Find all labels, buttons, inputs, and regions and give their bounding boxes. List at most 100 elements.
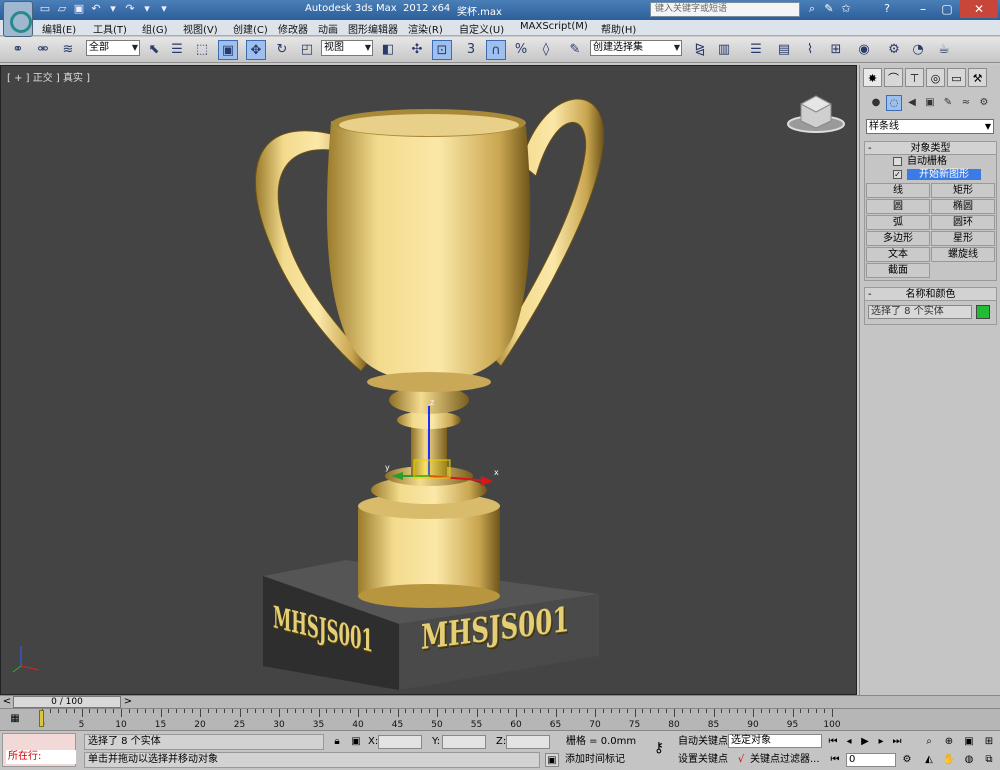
pan-icon[interactable]: ✋ (942, 753, 956, 767)
track-bar[interactable]: ▦ 05101520253035404550556065707580859095… (0, 708, 1000, 730)
cameras-icon[interactable]: ▣ (922, 95, 938, 111)
go-to-start-icon[interactable]: ⏮ (826, 735, 840, 749)
search-input[interactable]: 键入关键字或短语 (650, 2, 800, 17)
schematic-view-icon[interactable]: ⊞ (826, 40, 846, 60)
close-button[interactable]: ✕ (960, 0, 998, 18)
z-coordinate-field[interactable] (506, 735, 550, 749)
helix-button[interactable]: 螺旋线 (931, 247, 995, 262)
window-crossing-icon[interactable]: ▣ (218, 40, 238, 60)
ngon-button[interactable]: 多边形 (866, 231, 930, 246)
viewcube[interactable] (787, 95, 845, 133)
open-file-icon[interactable]: ▱ (55, 2, 69, 16)
key-mode-select[interactable]: 选定对象 (728, 734, 822, 748)
dropdown-icon[interactable]: ▾ (140, 2, 154, 16)
circle-button[interactable]: 圆 (866, 199, 930, 214)
donut-button[interactable]: 圆环 (931, 215, 995, 230)
name-color-header[interactable]: - 名称和颜色 (865, 288, 996, 301)
customize-icon[interactable]: ▾ (157, 2, 171, 16)
arc-button[interactable]: 弧 (866, 215, 930, 230)
menu-help[interactable]: 帮助(H) (601, 21, 636, 36)
maximize-button[interactable]: ▢ (936, 0, 958, 18)
current-frame-marker[interactable] (39, 710, 44, 727)
key-filter-icon[interactable]: √ (734, 753, 748, 767)
menu-tools[interactable]: 工具(T) (93, 21, 127, 36)
percent-snap-icon[interactable]: % (511, 40, 531, 60)
maxscript-listener[interactable]: 所在行: (2, 733, 76, 767)
menu-maxscript[interactable]: MAXScript(M) (520, 21, 588, 32)
app-logo[interactable] (3, 1, 33, 37)
line-button[interactable]: 线 (866, 183, 930, 198)
maximize-viewport-icon[interactable]: ⧉ (982, 753, 996, 767)
utilities-tab-icon[interactable]: ⚒ (968, 68, 987, 87)
star-button[interactable]: 星形 (931, 231, 995, 246)
category-select[interactable]: 样条线 ▼ (866, 119, 994, 134)
next-frame-icon[interactable]: > (121, 695, 135, 709)
key-mode-icon[interactable]: ⏮ (828, 753, 842, 767)
mirror-icon[interactable]: ⧎ (690, 40, 710, 60)
spinner-snap-icon[interactable]: ◊ (536, 40, 556, 60)
section-button[interactable]: 截面 (866, 263, 930, 278)
current-frame-field[interactable]: 0 (846, 753, 896, 767)
time-slider[interactable]: < 0 / 100 > (0, 695, 1000, 708)
zoom-all-icon[interactable]: ⊕ (942, 735, 956, 749)
named-selection-select[interactable]: 创建选择集 ▼ (590, 40, 682, 56)
render-production-icon[interactable]: ☕ (934, 40, 954, 60)
next-frame-icon[interactable]: ▸ (874, 735, 888, 749)
link-icon[interactable]: ⚭ (8, 40, 28, 60)
reference-coord-select[interactable]: 视图 ▼ (321, 40, 373, 56)
menu-group[interactable]: 组(G) (142, 21, 168, 36)
trophy-cup[interactable] (326, 109, 531, 392)
key-filters-button[interactable]: 关键点过滤器... (750, 753, 820, 767)
geometry-icon[interactable]: ● (868, 95, 884, 111)
graphite-tools-icon[interactable]: ▤ (774, 40, 794, 60)
mini-curve-editor-icon[interactable]: ▦ (8, 712, 22, 726)
lights-icon[interactable]: ◀ (904, 95, 920, 111)
display-tab-icon[interactable]: ▭ (947, 68, 966, 87)
play-icon[interactable]: ▶ (858, 735, 872, 749)
selection-filter-select[interactable]: 全部 ▼ (86, 40, 140, 56)
layer-manager-icon[interactable]: ☰ (746, 40, 766, 60)
auto-grid-checkbox[interactable]: 自动栅格 (865, 155, 996, 168)
prev-frame-icon[interactable]: < (0, 695, 14, 709)
zoom-icon[interactable]: ⌕ (922, 735, 936, 749)
menu-animation[interactable]: 动画 (318, 21, 338, 36)
time-config-icon[interactable]: ⚙ (900, 753, 914, 767)
start-new-shape-checkbox[interactable]: ✓ 开始新图形 (865, 168, 996, 181)
previous-frame-icon[interactable]: ◂ (842, 735, 856, 749)
material-editor-icon[interactable]: ◉ (854, 40, 874, 60)
systems-icon[interactable]: ⚙ (976, 95, 992, 111)
perspective-viewport[interactable]: [ + ] 正交 ] 真实 ] z x y MHSJS001 MHSJS001 (0, 65, 857, 695)
help-icon[interactable]: ? (880, 2, 894, 16)
favorites-icon[interactable]: ✩ (839, 2, 853, 16)
x-coordinate-field[interactable] (378, 735, 422, 749)
menu-rendering[interactable]: 渲染(R) (408, 21, 443, 36)
add-time-tag[interactable]: 添加时间标记 (565, 753, 625, 767)
menu-views[interactable]: 视图(V) (183, 21, 218, 36)
hierarchy-tab-icon[interactable]: ⊤ (905, 68, 924, 87)
select-and-move-icon[interactable]: ✥ (246, 40, 266, 60)
save-icon[interactable]: ▣ (72, 2, 86, 16)
helpers-icon[interactable]: ✎ (940, 95, 956, 111)
set-key-button[interactable]: 设置关键点 (678, 753, 728, 767)
unlink-icon[interactable]: ⚮ (33, 40, 53, 60)
select-and-scale-icon[interactable]: ◰ (297, 40, 317, 60)
lock-selection-icon[interactable]: 🔒︎ (330, 735, 344, 749)
zoom-extents-icon[interactable]: ▣ (962, 735, 976, 749)
set-key-icon[interactable]: ⚷ (648, 741, 670, 755)
start-new-shape-label[interactable]: 开始新图形 (907, 169, 981, 180)
align-icon[interactable]: ▥ (714, 40, 734, 60)
object-name-field[interactable]: 选择了 8 个实体 (868, 305, 972, 319)
new-file-icon[interactable]: ▭ (38, 2, 52, 16)
menu-modifiers[interactable]: 修改器 (278, 21, 308, 36)
orbit-icon[interactable]: ◍ (962, 753, 976, 767)
modify-tab-icon[interactable]: ⌒ (884, 68, 903, 87)
select-and-manipulate-icon[interactable]: ✣ (407, 40, 427, 60)
object-color-swatch[interactable] (976, 305, 990, 319)
y-coordinate-field[interactable] (442, 735, 486, 749)
rendered-frame-icon[interactable]: ◔ (908, 40, 928, 60)
select-object-icon[interactable]: ⬉ (144, 40, 164, 60)
minimize-button[interactable]: – (912, 0, 934, 18)
menu-create[interactable]: 创建(C) (233, 21, 268, 36)
field-of-view-icon[interactable]: ◭ (922, 753, 936, 767)
create-tab-icon[interactable]: ✸ (863, 68, 882, 87)
